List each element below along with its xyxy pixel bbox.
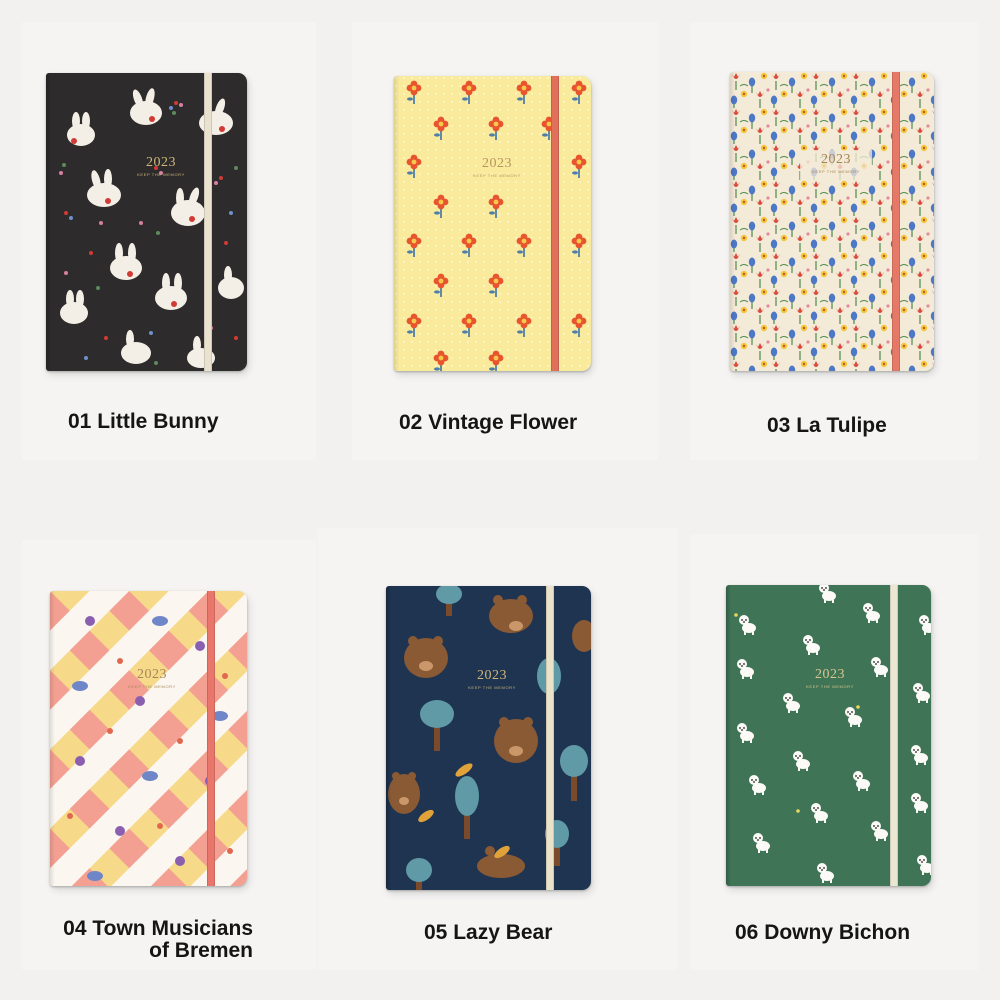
label-line: 02 Vintage Flower: [399, 411, 578, 434]
animals-pattern: [50, 591, 247, 886]
notebook-cover-town-musicians[interactable]: 2023 KEEP THE MEMORY: [50, 591, 247, 886]
product-label: 01 Little Bunny: [68, 411, 219, 433]
label-line: 05 Lazy Bear: [424, 921, 553, 944]
label-line: 01 Little Bunny: [68, 410, 219, 433]
notebook-cover-little-bunny[interactable]: 2023 KEEP THE MEMORY: [46, 73, 247, 371]
elastic-band: [207, 591, 215, 886]
notebook-cover-la-tulipe[interactable]: 2023 KEEP THE MEMORY: [730, 72, 934, 371]
label-line: 06 Downy Bichon: [735, 921, 911, 944]
label-line: 03 La Tulipe: [767, 414, 887, 437]
label-line: of Bremen: [149, 939, 253, 962]
product-label: 03 La Tulipe: [767, 415, 887, 437]
product-label: 06 Downy Bichon: [735, 922, 910, 944]
tulip-pattern: [730, 72, 934, 371]
product-label: 04 Town Musicians of Bremen: [48, 918, 253, 962]
bear-pattern: [388, 586, 591, 890]
notebook-cover-lazy-bear[interactable]: 2023 KEEP THE MEMORY: [386, 586, 591, 890]
bichon-pattern: [734, 585, 931, 883]
elastic-band: [892, 72, 900, 371]
elastic-band: [204, 73, 212, 371]
bunny-pattern: [59, 88, 244, 368]
elastic-band: [890, 585, 898, 886]
flower-pattern: [394, 76, 591, 371]
elastic-band: [551, 76, 559, 371]
notebook-cover-vintage-flower[interactable]: 2023 KEEP THE MEMORY: [394, 76, 591, 371]
elastic-band: [546, 586, 554, 890]
label-line: 04 Town Musicians: [63, 917, 253, 940]
product-label: 02 Vintage Flower: [399, 412, 577, 434]
product-label: 05 Lazy Bear: [424, 922, 552, 944]
notebook-cover-downy-bichon[interactable]: 2023 KEEP THE MEMORY: [726, 585, 931, 886]
